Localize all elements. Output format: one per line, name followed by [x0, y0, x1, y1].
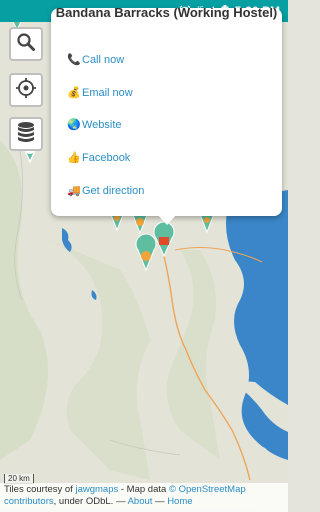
jawgmaps-link[interactable]: jawgmaps: [75, 484, 118, 495]
map-attribution: Tiles courtesy of jawgmaps - Map data © …: [0, 483, 288, 512]
attribution-prefix: Tiles courtesy of: [4, 484, 76, 495]
website-link[interactable]: 🌏 Website: [67, 118, 122, 132]
search-icon: [16, 32, 36, 57]
about-link[interactable]: About: [128, 496, 153, 507]
popup-pointer: [157, 214, 177, 225]
popup-title: Bandana Barracks (Working Hostel): [55, 8, 278, 20]
database-icon: [16, 121, 36, 148]
layers-button[interactable]: [9, 117, 43, 151]
get-direction-link[interactable]: 🚚 Get direction: [67, 184, 145, 198]
search-button[interactable]: [9, 27, 43, 61]
thumbs-up-icon: 👍: [67, 152, 81, 164]
attribution-suffix: , under ODbL. —: [53, 496, 128, 507]
facebook-label: Facebook: [82, 151, 131, 164]
attribution-separator: —: [152, 496, 168, 507]
attribution-middle: - Map data: [118, 484, 169, 495]
email-now-link[interactable]: 💰 Email now: [67, 86, 133, 100]
place-popup: Bandana Barracks (Working Hostel) 📞 Call…: [51, 8, 282, 216]
locate-button[interactable]: [9, 73, 43, 107]
call-now-link[interactable]: 📞 Call now: [67, 53, 125, 67]
phone-icon: 📞: [67, 54, 81, 66]
truck-icon: 🚚: [67, 185, 81, 197]
crosshair-icon: [15, 77, 37, 104]
money-bag-icon: 💰: [67, 87, 81, 99]
call-now-label: Call now: [82, 53, 125, 66]
get-direction-label: Get direction: [82, 184, 145, 197]
globe-icon: 🌏: [67, 119, 81, 131]
email-now-label: Email now: [82, 86, 133, 99]
facebook-link[interactable]: 👍 Facebook: [67, 151, 131, 165]
website-label: Website: [82, 118, 122, 131]
home-link[interactable]: Home: [167, 496, 192, 507]
